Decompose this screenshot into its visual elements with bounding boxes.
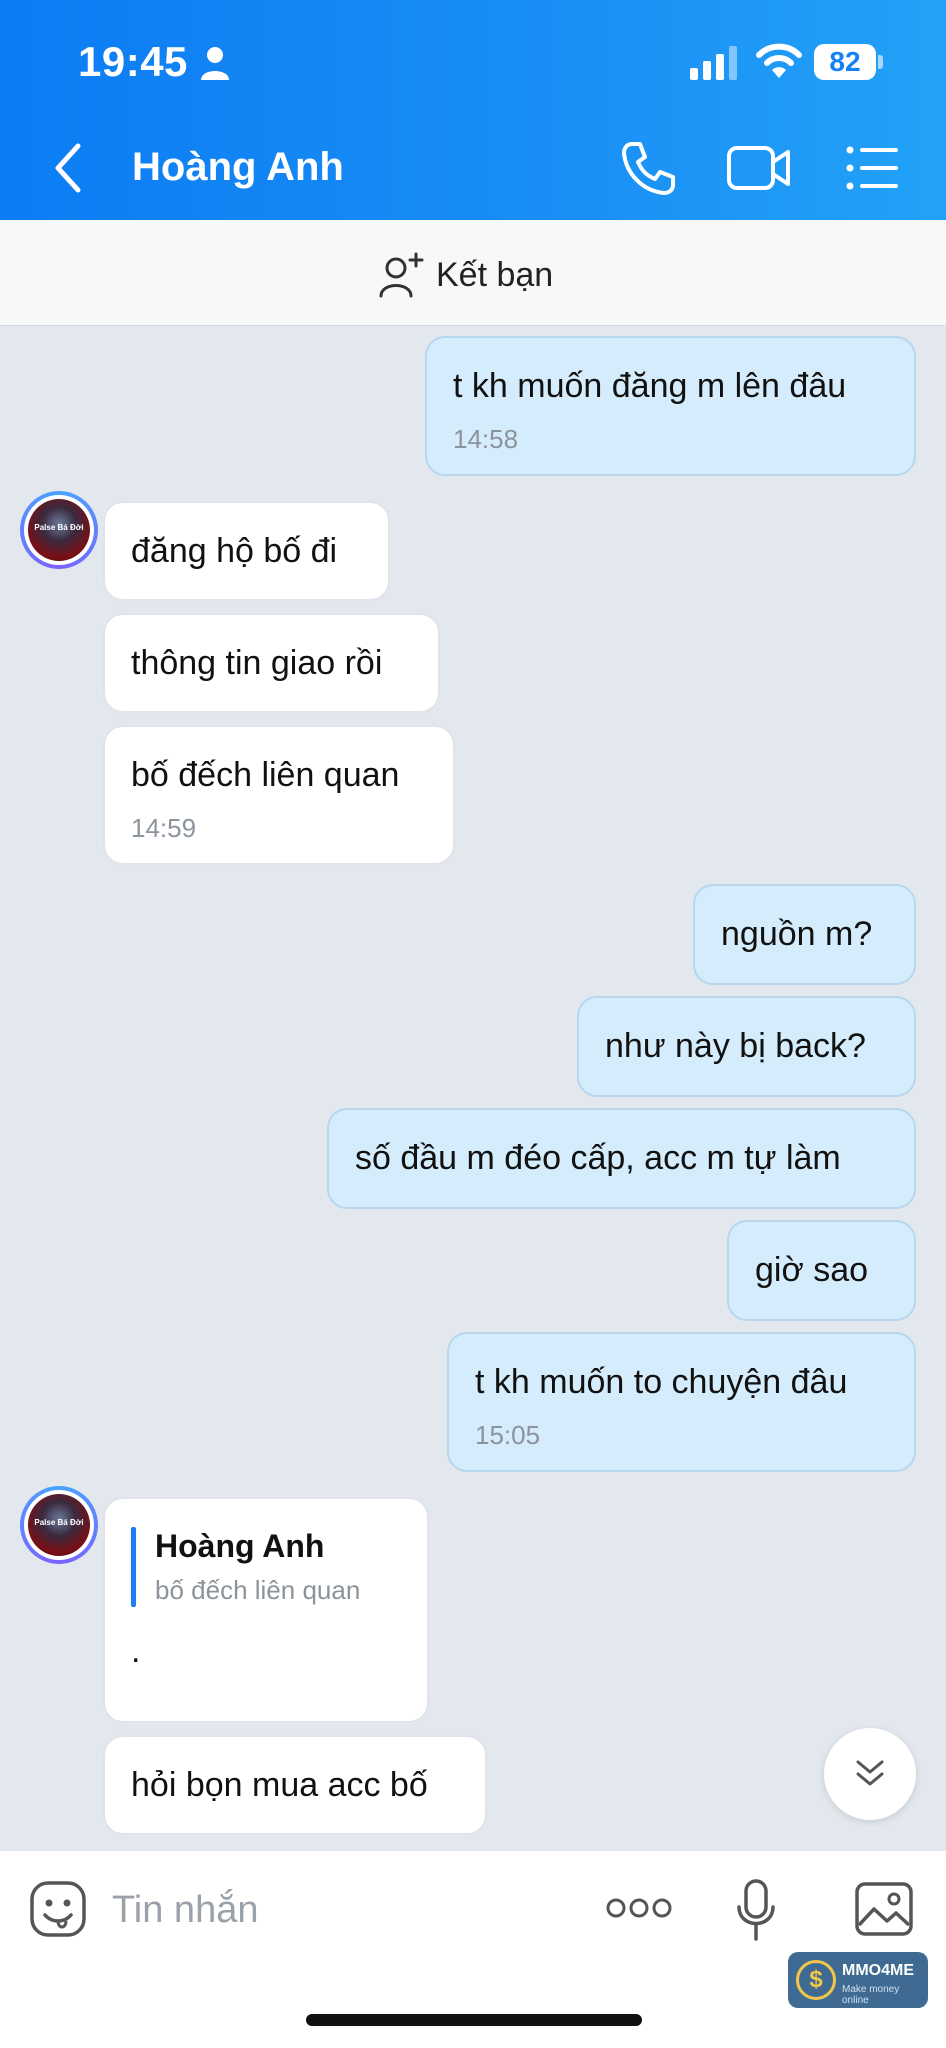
message-text: thông tin giao rồi: [131, 644, 383, 682]
avatar-image: Palse Bá Đời: [28, 1494, 90, 1556]
chat-header: 19:45 82 Hoàng Anh: [0, 0, 946, 220]
message-bubble-outgoing[interactable]: t kh muốn to chuyện đâu 15:05: [447, 1332, 916, 1472]
more-options-icon[interactable]: [606, 1895, 672, 1921]
message-text: số đầu m đéo cấp, acc m tự làm: [355, 1139, 841, 1177]
battery-tip: [878, 55, 883, 69]
watermark-title: MMO4ME: [842, 1962, 914, 1979]
battery-indicator: 82: [814, 44, 884, 80]
message-bubble-incoming[interactable]: bố đếch liên quan 14:59: [103, 725, 455, 865]
add-friend-label: Kết bạn: [436, 255, 554, 294]
message-text: .: [131, 1632, 141, 1670]
message-text: nguồn m?: [721, 915, 873, 953]
quoted-sender: Hoàng Anh: [155, 1528, 325, 1564]
video-call-icon[interactable]: [726, 142, 792, 194]
message-bubble-outgoing[interactable]: t kh muốn đăng m lên đâu 14:58: [425, 336, 916, 476]
message-time: 14:59: [131, 813, 197, 843]
watermark-logo: $ MMO4ME Make money online: [788, 1952, 928, 2008]
message-bubble-outgoing[interactable]: như này bị back?: [577, 996, 916, 1097]
message-input[interactable]: [112, 1879, 552, 1941]
add-friend-button[interactable]: Kết bạn: [378, 250, 553, 300]
back-chevron-icon[interactable]: [48, 140, 88, 196]
add-friend-bar[interactable]: Kết bạn: [0, 220, 946, 326]
message-time: 15:05: [475, 1420, 541, 1450]
message-text: như này bị back?: [605, 1027, 866, 1065]
wifi-icon: [756, 43, 802, 78]
avatar[interactable]: Palse Bá Đời: [20, 1486, 98, 1564]
message-text: t kh muốn to chuyện đâu: [475, 1363, 848, 1401]
quote-bar: [131, 1527, 136, 1607]
message-bubble-incoming[interactable]: hỏi bọn mua acc bố: [103, 1735, 487, 1835]
microphone-icon[interactable]: [736, 1879, 776, 1941]
message-bubble-outgoing[interactable]: số đầu m đéo cấp, acc m tự làm: [327, 1108, 916, 1209]
message-bubble-outgoing[interactable]: nguồn m?: [693, 884, 916, 985]
message-text: hỏi bọn mua acc bố: [131, 1766, 428, 1804]
cellular-signal-icon: [690, 46, 737, 80]
watermark-subtitle: Make money online: [842, 1984, 900, 2006]
message-text: giờ sao: [755, 1251, 869, 1289]
reply-message-bubble[interactable]: Hoàng Anh bố đếch liên quan .: [103, 1497, 429, 1723]
avatar-caption: Palse Bá Đời: [34, 1518, 84, 1527]
phone-call-icon[interactable]: [618, 138, 678, 198]
message-text: bố đếch liên quan: [131, 756, 400, 794]
person-status-icon: [201, 47, 229, 80]
chat-title[interactable]: Hoàng Anh: [132, 145, 344, 190]
avatar-frame: Palse Bá Đời: [24, 1490, 94, 1560]
double-chevron-down-icon: [856, 1760, 884, 1786]
avatar-frame: Palse Bá Đời: [24, 495, 94, 565]
battery-level: 82: [829, 46, 861, 77]
scroll-to-bottom-button[interactable]: [824, 1728, 916, 1820]
message-bubble-incoming[interactable]: đăng hộ bố đi: [103, 501, 390, 601]
message-text: đăng hộ bố đi: [131, 532, 338, 570]
image-gallery-icon[interactable]: [854, 1881, 914, 1937]
avatar[interactable]: Palse Bá Đời: [20, 491, 98, 569]
avatar-image: Palse Bá Đời: [28, 499, 90, 561]
message-time: 14:58: [453, 424, 519, 454]
quoted-text: bố đếch liên quan: [155, 1575, 361, 1605]
avatar-caption: Palse Bá Đời: [34, 523, 84, 532]
add-friend-icon: [379, 252, 424, 298]
emoji-sticker-icon[interactable]: [28, 1879, 88, 1939]
menu-list-icon[interactable]: [844, 140, 900, 196]
message-bubble-incoming[interactable]: thông tin giao rồi: [103, 613, 440, 713]
message-bubble-outgoing[interactable]: giờ sao: [727, 1220, 916, 1321]
status-time: 19:45: [78, 38, 188, 85]
message-text: t kh muốn đăng m lên đâu: [453, 367, 847, 405]
home-indicator[interactable]: [306, 2014, 642, 2026]
watermark-coin-icon: $: [796, 1960, 836, 2000]
